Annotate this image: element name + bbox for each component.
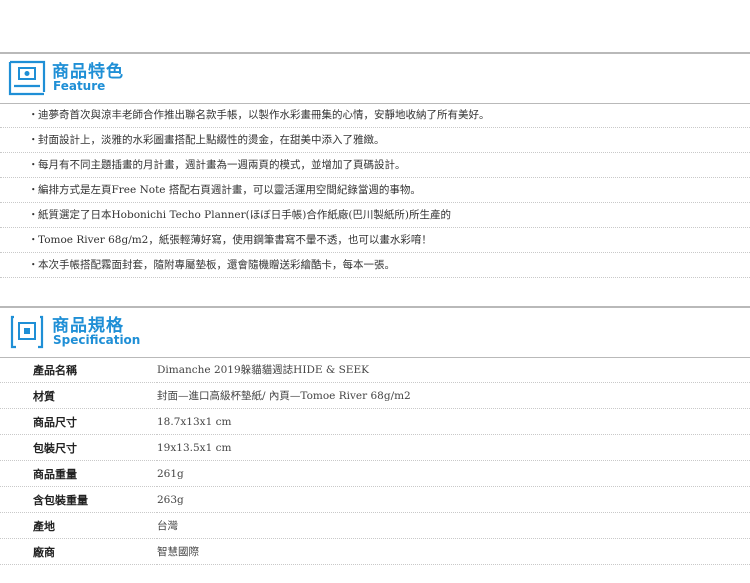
table-row: 商品重量 261g	[0, 460, 750, 487]
spec-subtitle: Specification	[53, 333, 141, 347]
table-row: 廠商 智慧國際	[0, 538, 750, 565]
list-item: ・編排方式是左頁Free Note 搭配右頁週計畫，可以靈活運用空間紀錄當週的事…	[0, 178, 750, 203]
storefront-icon	[8, 60, 46, 96]
feature-subtitle: Feature	[53, 79, 106, 93]
table-row: 商品尺寸 18.7x13x1 cm	[0, 408, 750, 435]
feature-list: ・迪夢奇首次與涼丰老師合作推出聯名款手帳，以製作水彩畫冊集的心情，安靜地收納了所…	[0, 103, 750, 278]
tag-icon	[10, 315, 44, 349]
spec-table: 產品名稱 Dimanche 2019躲貓貓週誌HIDE & SEEK 材質 封面—進…	[0, 357, 750, 565]
spec-header: 商品規格 Specification	[0, 306, 750, 358]
list-item: ・紙質選定了日本Hobonichi Techo Planner(ほぼ日手帳)合作…	[0, 203, 750, 228]
table-row: 產品名稱 Dimanche 2019躲貓貓週誌HIDE & SEEK	[0, 357, 750, 383]
list-item: ・本次手帳搭配霧面封套，隨附專屬墊板，還會隨機贈送彩繪酷卡，每本一張。	[0, 253, 750, 278]
list-item: ・每月有不同主題插畫的月計畫，週計畫為一週兩頁的模式，並增加了頁碼設計。	[0, 153, 750, 178]
table-row: 含包裝重量 263g	[0, 486, 750, 513]
feature-header: 商品特色 Feature	[0, 52, 750, 104]
table-row: 包裝尺寸 19x13.5x1 cm	[0, 434, 750, 461]
list-item: ・迪夢奇首次與涼丰老師合作推出聯名款手帳，以製作水彩畫冊集的心情，安靜地收納了所…	[0, 103, 750, 128]
list-item: ・Tomoe River 68g/m2，紙張輕薄好寫，使用鋼筆書寫不暈不透，也可…	[0, 228, 750, 253]
table-row: 產地 台灣	[0, 512, 750, 539]
list-item: ・封面設計上，淡雅的水彩圖畫搭配上點綴性的燙金，在甜美中添入了雅緻。	[0, 128, 750, 153]
table-row: 材質 封面—進口高級杯墊紙/ 內頁—Tomoe River 68g/m2	[0, 382, 750, 409]
